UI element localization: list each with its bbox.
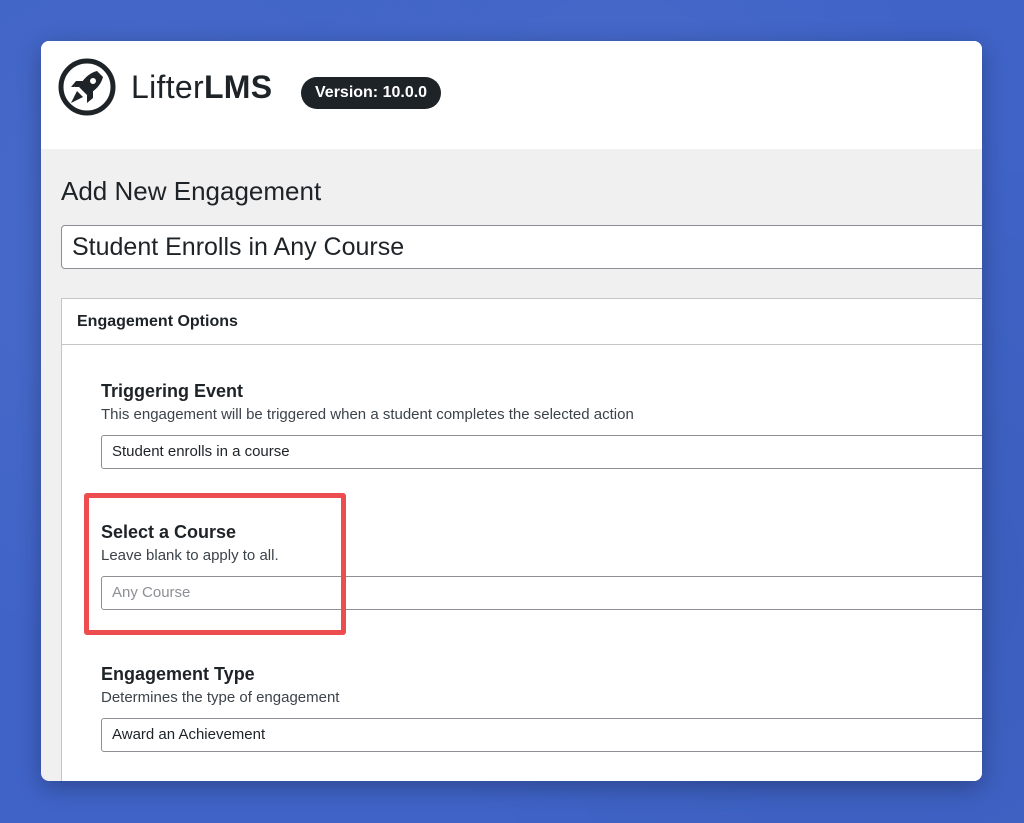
logo-text-lifter: Lifter [131, 69, 204, 105]
logo-text-lms: LMS [203, 69, 273, 105]
page-title: Add New Engagement [61, 176, 322, 206]
logo-wordmark: LifterLMS [131, 67, 272, 107]
field-description: This engagement will be triggered when a… [101, 406, 634, 423]
field-label: Engagement Type [101, 664, 255, 684]
field-triggering-event: Triggering Event This engagement will be… [101, 380, 982, 469]
highlight-annotation [84, 493, 346, 635]
field-label: Triggering Event [101, 381, 244, 401]
metabox-header[interactable]: Engagement Options [62, 299, 982, 345]
triggering-event-select[interactable]: Student enrolls in a course [101, 435, 982, 469]
field-description: Determines the type of engagement [101, 689, 340, 706]
post-title-input[interactable] [61, 225, 982, 269]
field-engagement-type: Engagement Type Determines the type of e… [101, 663, 982, 752]
engagement-type-select[interactable]: Award an Achievement [101, 718, 982, 752]
rocket-icon [58, 58, 116, 116]
version-badge: Version: 10.0.0 [301, 77, 442, 109]
app-window: LifterLMS Version: 10.0.0 Add New Engage… [41, 41, 982, 781]
header-bar: LifterLMS Version: 10.0.0 [41, 41, 982, 149]
